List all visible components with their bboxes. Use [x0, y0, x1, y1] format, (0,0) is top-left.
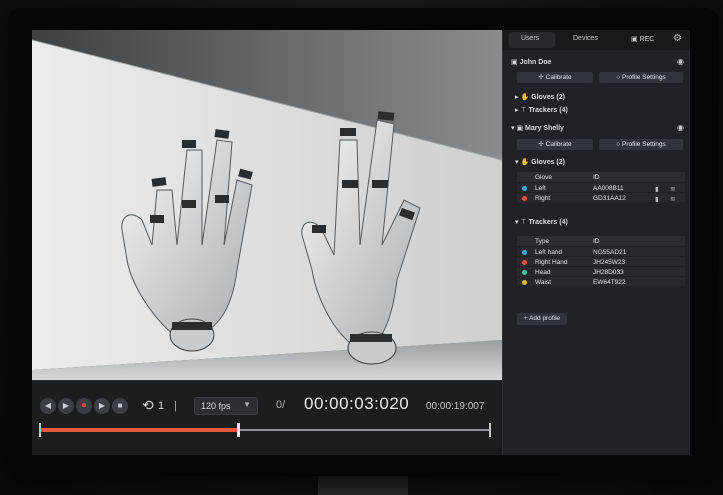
- table-row[interactable]: Waist EW64T922: [517, 276, 685, 286]
- trackers-label: Trackers (4): [528, 219, 568, 226]
- gloves-label: Gloves (2): [531, 159, 565, 166]
- glove-name: Right: [535, 195, 551, 202]
- loop-icon[interactable]: ⟲: [142, 397, 154, 414]
- frame-step-icon[interactable]: 0/: [276, 399, 285, 411]
- tab-users[interactable]: Users: [521, 35, 539, 42]
- chevron-down-icon: ▼: [243, 400, 251, 409]
- tracker-type: Waist: [535, 279, 552, 286]
- color-indicator-dot: [522, 260, 527, 265]
- glove-icon: ✋: [520, 159, 532, 166]
- timeline-progress: [40, 428, 238, 432]
- trackers-group-john[interactable]: ▸ ⊤ Trackers (4): [515, 106, 568, 114]
- tracker-id: JH245W23: [593, 259, 626, 266]
- tracker-icon: ⊤: [520, 219, 529, 226]
- trackers-group-mary[interactable]: ▾ ⊤ Trackers (4): [515, 218, 568, 226]
- table-header: Glove ID: [517, 172, 685, 182]
- color-indicator-dot: [522, 250, 527, 255]
- eye-icon[interactable]: ◉: [677, 123, 684, 132]
- record-icon[interactable]: ●: [76, 398, 92, 414]
- calibrate-label: Calibrate: [545, 141, 572, 148]
- tracker-id: EW64T922: [593, 279, 626, 286]
- skip-back-icon[interactable]: ◀: [40, 398, 56, 414]
- tracker-type: Head: [535, 269, 551, 276]
- side-panel: Users Devices ▣ REC ⚙ ▣ John Doe ◉ ✢ Cal…: [502, 30, 690, 455]
- stop-icon[interactable]: ■: [112, 398, 128, 414]
- table-row[interactable]: Head JH28D033: [517, 266, 685, 276]
- tracker-type: Right Hand: [535, 259, 568, 266]
- app-window: ◀ ▶ ● ▶ ■ ⟲ 1 | 120 fps ▼ 0/ 00:00:03:02…: [32, 30, 690, 455]
- tab-rec-label: REC: [639, 36, 655, 43]
- column-header-type: Type: [535, 238, 550, 245]
- gloves-label: Gloves (2): [531, 94, 565, 101]
- gloves-table: Glove ID Left AA008B11 ▮ ≋ Right GD31AA1…: [517, 172, 685, 203]
- tab-devices[interactable]: Devices: [573, 35, 598, 42]
- wifi-icon: ≋: [670, 196, 676, 203]
- battery-icon: ▮: [655, 196, 659, 203]
- user-name: Mary Shelly: [525, 125, 564, 132]
- tracker-type: Left hand: [535, 249, 563, 256]
- total-duration: 00:00:19:007: [426, 401, 485, 412]
- table-row[interactable]: Right Hand JH245W23: [517, 256, 685, 266]
- glove-icon: ✋: [520, 94, 532, 101]
- loop-count: 1: [158, 400, 165, 412]
- color-indicator-dot: [522, 280, 527, 285]
- timeline-end-marker[interactable]: [489, 423, 491, 437]
- gloves-group-john[interactable]: ▸ ✋ Gloves (2): [515, 93, 565, 101]
- step-forward-icon[interactable]: ▶: [94, 398, 110, 414]
- tab-rec[interactable]: ▣ REC: [631, 35, 654, 43]
- timeline-track[interactable]: [40, 428, 490, 432]
- glove-id: GD31AA12: [593, 195, 626, 202]
- column-header-glove: Glove: [535, 174, 552, 181]
- profile-settings-label: Profile Settings: [622, 141, 666, 148]
- add-profile-button[interactable]: + Add profile: [517, 313, 567, 325]
- user-icon: ▣: [511, 59, 520, 66]
- timeline-start-marker[interactable]: [39, 423, 41, 437]
- panel-tabs: Users Devices ▣ REC ⚙: [503, 30, 690, 50]
- trackers-label: Trackers (4): [528, 107, 568, 114]
- profile-settings-label: Profile Settings: [622, 74, 666, 81]
- glove-id: AA008B11: [593, 185, 624, 192]
- gear-icon[interactable]: ⚙: [673, 33, 682, 44]
- rec-icon: ▣: [631, 36, 640, 43]
- column-header-id: ID: [593, 238, 600, 245]
- crosshair-icon: ✢: [538, 74, 546, 81]
- fps-value: 120 fps: [201, 401, 231, 411]
- user-icon: ▣: [516, 125, 526, 132]
- color-indicator-dot: [522, 196, 527, 201]
- table-row[interactable]: Right GD31AA12 ▮ ≋: [517, 192, 685, 203]
- profile-settings-button[interactable]: ○ Profile Settings: [599, 139, 683, 150]
- play-icon[interactable]: ▶: [58, 398, 74, 414]
- user-header-john[interactable]: ▣ John Doe: [511, 58, 551, 66]
- tracker-id: NG55AD21: [593, 249, 627, 256]
- gloves-group-mary[interactable]: ▾ ✋ Gloves (2): [515, 158, 565, 166]
- current-timecode: 00:00:03:020: [304, 394, 410, 413]
- table-row[interactable]: Left AA008B11 ▮ ≋: [517, 182, 685, 193]
- eye-icon[interactable]: ◉: [677, 57, 684, 66]
- profile-settings-button[interactable]: ○ Profile Settings: [599, 72, 683, 83]
- column-header-id: ID: [593, 174, 600, 181]
- color-indicator-dot: [522, 186, 527, 191]
- calibrate-label: Calibrate: [545, 74, 572, 81]
- user-header-mary[interactable]: ▾ ▣ Mary Shelly: [511, 124, 564, 132]
- table-row[interactable]: Left hand NG55AD21: [517, 246, 685, 256]
- tracker-icon: ⊤: [520, 107, 529, 114]
- playback-bar: ◀ ▶ ● ▶ ■ ⟲ 1 | 120 fps ▼ 0/ 00:00:03:02…: [32, 380, 502, 455]
- table-header: Type ID: [517, 236, 685, 246]
- loop-divider-icon: |: [174, 400, 177, 412]
- calibrate-button[interactable]: ✢ Calibrate: [517, 139, 593, 150]
- calibrate-button[interactable]: ✢ Calibrate: [517, 72, 593, 83]
- user-name: John Doe: [519, 59, 552, 66]
- tracker-id: JH28D033: [593, 269, 624, 276]
- crosshair-icon: ✢: [538, 141, 546, 148]
- 3d-viewport[interactable]: [32, 30, 502, 380]
- fps-select[interactable]: 120 fps ▼: [194, 397, 258, 415]
- trackers-table: Type ID Left hand NG55AD21 Right Hand JH…: [517, 236, 685, 286]
- glove-name: Left: [535, 185, 546, 192]
- color-indicator-dot: [522, 270, 527, 275]
- viewport-scene: [32, 30, 502, 380]
- timeline-playhead[interactable]: [237, 423, 240, 437]
